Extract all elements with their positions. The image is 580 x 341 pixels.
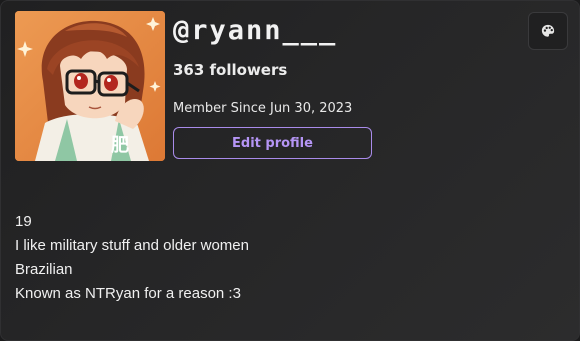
palette-icon: [541, 24, 555, 37]
follower-count[interactable]: 363 followers: [173, 61, 287, 79]
bio-line: Known as NTRyan for a reason :3: [15, 285, 241, 302]
theme-button[interactable]: [528, 12, 568, 50]
avatar: 肥: [15, 11, 165, 161]
bio-line: Brazilian: [15, 261, 73, 278]
avatar-image: 肥: [15, 11, 165, 161]
bio: 19 I like military stuff and older women…: [15, 210, 249, 306]
bio-line: I like military stuff and older women: [15, 237, 249, 254]
bio-line: 19: [15, 213, 32, 230]
profile-card: 肥 @ryann___ 363 followers Member Since J…: [0, 0, 580, 341]
edit-profile-button[interactable]: Edit profile: [173, 127, 372, 159]
username: @ryann___: [173, 15, 338, 46]
member-since: Member Since Jun 30, 2023: [173, 101, 353, 116]
svg-text:肥: 肥: [110, 135, 129, 156]
